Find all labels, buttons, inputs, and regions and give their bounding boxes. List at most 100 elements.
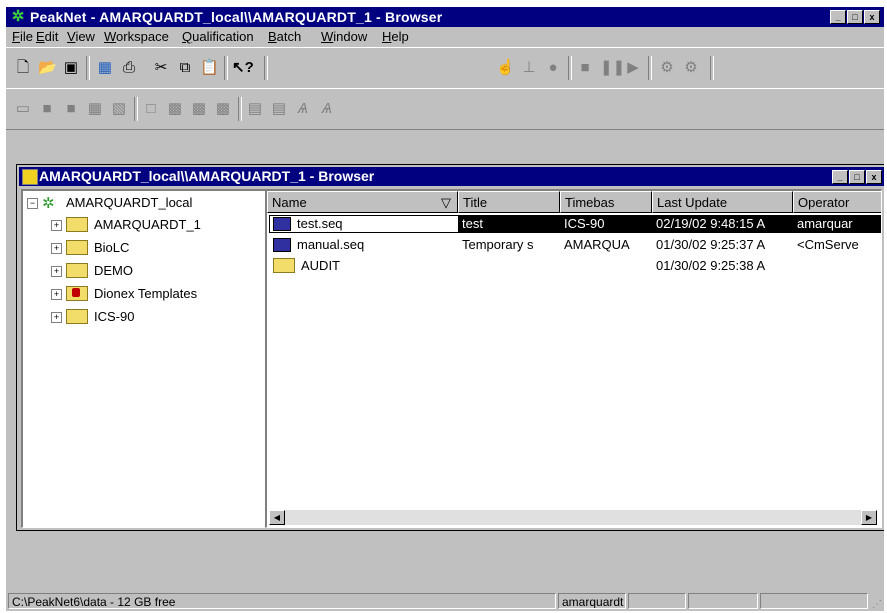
paste-icon[interactable]: 📋 [200, 59, 219, 77]
column-header-operator[interactable]: Operator [793, 191, 881, 213]
browser-title: AMARQUARDT_local\\AMARQUARDT_1 - Browser [39, 168, 375, 184]
expand-icon[interactable]: + [51, 243, 62, 255]
tree-item-amarquardt-1[interactable]: + AMARQUARDT_1 [51, 216, 201, 234]
file-list: Name ▽ Title Timebas Last Update Operato… [265, 189, 882, 528]
row-last-update: 01/30/02 9:25:38 A [656, 258, 766, 273]
row-operator: <CmServe [797, 237, 859, 252]
toolbar-separator [86, 56, 90, 80]
close-button[interactable]: x [864, 10, 880, 24]
monitor-icon[interactable]: ▭ [14, 100, 32, 118]
batch-start-icon[interactable]: ⚙ [658, 59, 676, 77]
expand-icon[interactable]: + [51, 312, 62, 324]
table-row[interactable]: test.seq test ICS-90 02/19/02 9:48:15 A … [267, 215, 881, 233]
menu-edit[interactable]: Edit [36, 27, 58, 46]
report2-icon[interactable]: ▤ [270, 100, 288, 118]
table-icon[interactable]: ▩ [166, 100, 184, 118]
column-header-timebase[interactable]: Timebas [560, 191, 652, 213]
menu-bar: File Edit View Workspace Qualification B… [6, 27, 884, 46]
browser-close-button[interactable]: x [866, 170, 882, 184]
tree-item-label: Dionex Templates [94, 286, 198, 301]
sequence-icon [273, 237, 291, 252]
collapse-icon[interactable]: − [27, 198, 38, 210]
row-title [458, 257, 560, 275]
tree-root-label: AMARQUARDT_local [66, 195, 193, 210]
panel2-icon[interactable]: ■ [62, 100, 80, 118]
row-title: test [458, 215, 560, 233]
row-timebase: AMARQUA [564, 237, 630, 252]
cut-icon[interactable]: ✂ [152, 59, 170, 77]
menu-workspace[interactable]: Workspace [104, 27, 169, 46]
table3-icon[interactable]: ▩ [214, 100, 232, 118]
window-toolbar: ▭ ■ ■ ▦ ▧ □ ▩ ▩ ▩ ▤ ▤ Ѧ Ѧ [6, 88, 884, 130]
tree-item-demo[interactable]: + DEMO [51, 262, 133, 280]
row-operator [793, 257, 881, 275]
table-row[interactable]: manual.seq Temporary s AMARQUA 01/30/02 … [267, 236, 881, 254]
pump-icon[interactable]: ⊥ [520, 59, 538, 77]
minimize-button[interactable]: _ [830, 10, 846, 24]
expand-icon[interactable]: + [51, 220, 62, 232]
menu-file[interactable]: File [12, 27, 33, 46]
window-icon[interactable]: □ [142, 100, 160, 118]
scroll-right-icon[interactable]: ▶ [861, 510, 877, 525]
table-row[interactable]: AUDIT 01/30/02 9:25:38 A [267, 257, 881, 275]
play-icon[interactable]: ▶ [624, 59, 642, 77]
status-pane-empty [688, 593, 758, 609]
menu-window[interactable]: Window [321, 27, 367, 46]
folder-icon [66, 217, 88, 233]
table2-icon[interactable]: ▩ [190, 100, 208, 118]
inject-icon[interactable]: ● [544, 59, 562, 77]
toolbar-separator [238, 97, 242, 121]
status-pane-empty [628, 593, 686, 609]
horizontal-scrollbar[interactable]: ◀ ▶ [269, 510, 877, 525]
peak2-icon[interactable]: Ѧ [318, 100, 336, 118]
hand-icon[interactable]: ☝ [496, 59, 515, 77]
browser-maximize-button[interactable]: □ [849, 170, 865, 184]
column-header-name[interactable]: Name ▽ [267, 191, 458, 213]
tree-item-label: DEMO [94, 263, 133, 278]
maximize-button[interactable]: □ [847, 10, 863, 24]
menu-view[interactable]: View [67, 27, 95, 46]
tree-root[interactable]: − ✲ AMARQUARDT_local [27, 194, 192, 212]
status-path: C:\PeakNet6\data - 12 GB free [8, 593, 556, 609]
browser-minimize-button[interactable]: _ [832, 170, 848, 184]
copy-icon[interactable]: ⧉ [176, 59, 194, 77]
toolbar-separator [134, 97, 138, 121]
toolbar-separator [224, 56, 228, 80]
scroll-left-icon[interactable]: ◀ [269, 510, 285, 525]
toolbar-separator [568, 56, 572, 80]
tree-item-ics-90[interactable]: + ICS-90 [51, 308, 134, 326]
save-icon[interactable]: ▣ [62, 59, 80, 77]
expand-icon[interactable]: + [51, 289, 62, 301]
tree-item-label: BioLC [94, 240, 130, 255]
tree-item-biolc[interactable]: + BioLC [51, 239, 129, 257]
folder-icon [66, 263, 88, 279]
report-icon[interactable]: ▤ [246, 100, 264, 118]
tree-item-label: AMARQUARDT_1 [94, 217, 201, 232]
browser-icon [22, 169, 38, 185]
stop-icon[interactable]: ■ [576, 59, 594, 77]
panel-icon[interactable]: ■ [38, 100, 56, 118]
print-preview-icon[interactable]: ▦ [96, 59, 114, 77]
new-icon[interactable]: 🗋 [14, 59, 32, 77]
chart-icon[interactable]: ▧ [110, 100, 128, 118]
batch-stop-icon[interactable]: ⚙ [682, 59, 700, 77]
expand-icon[interactable]: + [51, 266, 62, 278]
pause-icon[interactable]: ❚❚ [600, 59, 625, 77]
column-header-last-update[interactable]: Last Update [652, 191, 793, 213]
resize-grip-icon[interactable]: ⋰ [872, 599, 882, 610]
row-name: manual.seq [297, 237, 365, 252]
row-timebase [560, 257, 652, 275]
print-icon[interactable]: ⎙ [120, 59, 138, 77]
status-bar: C:\PeakNet6\data - 12 GB free amarquardt… [6, 591, 884, 611]
open-icon[interactable]: 📂 [38, 59, 57, 77]
row-timebase: ICS-90 [560, 215, 652, 233]
tree-item-dionex-templates[interactable]: + Dionex Templates [51, 285, 197, 303]
folder-tree: − ✲ AMARQUARDT_local + AMARQUARDT_1 + BioLC … [21, 189, 266, 528]
column-header-title[interactable]: Title [458, 191, 560, 213]
menu-help[interactable]: Help [382, 27, 409, 46]
context-help-icon[interactable]: ↖? [232, 59, 254, 77]
grid-icon[interactable]: ▦ [86, 100, 104, 118]
menu-batch[interactable]: Batch [268, 27, 301, 46]
menu-qualification[interactable]: Qualification [182, 27, 254, 46]
peak-icon[interactable]: Ѧ [294, 100, 312, 118]
